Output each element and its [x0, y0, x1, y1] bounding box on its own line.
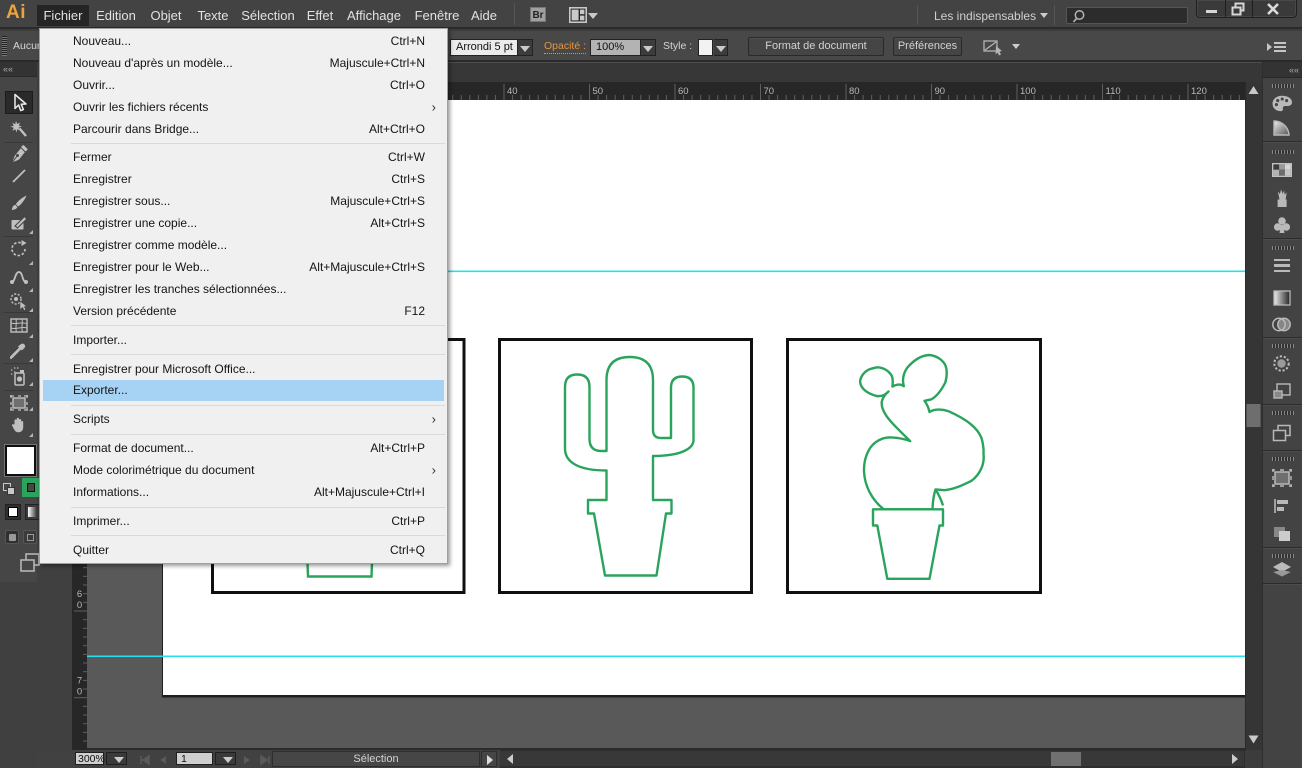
svg-text:120: 120	[1191, 86, 1207, 97]
svg-text:100: 100	[1020, 86, 1036, 97]
svg-text:0: 0	[77, 687, 82, 698]
svg-text:7: 7	[77, 676, 82, 687]
svg-text:0: 0	[77, 600, 82, 611]
svg-text:6: 6	[77, 589, 82, 600]
svg-text:110: 110	[1106, 86, 1121, 97]
